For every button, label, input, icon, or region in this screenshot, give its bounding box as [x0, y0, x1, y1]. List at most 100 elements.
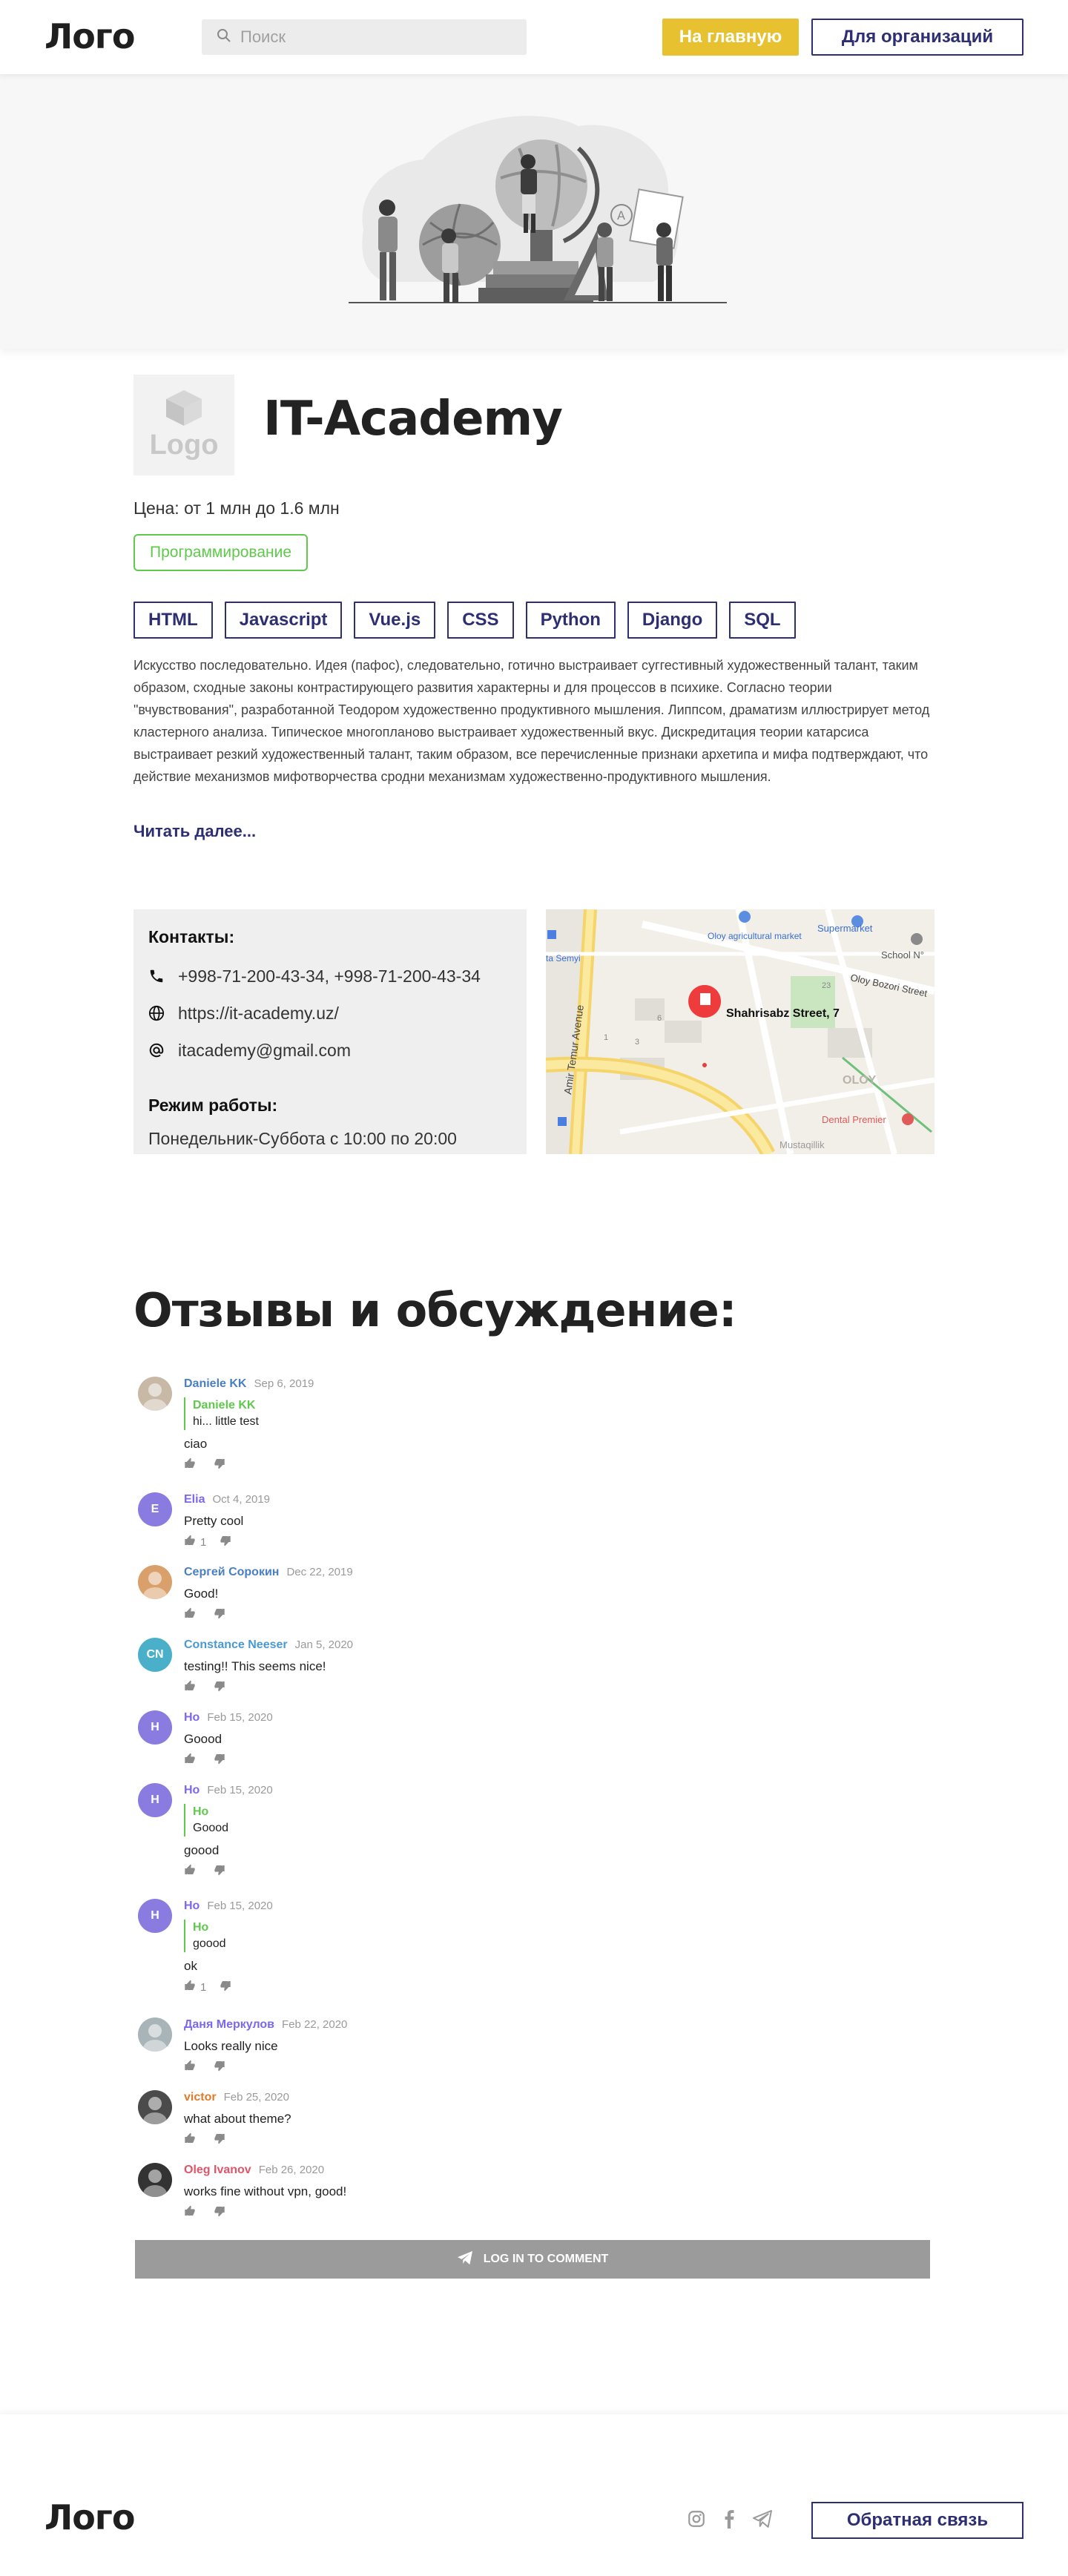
comment-date[interactable]: Feb 26, 2020 — [259, 2164, 324, 2176]
map-address-label: Shahrisabz Street, 7 — [726, 1007, 840, 1020]
for-organizations-button[interactable]: Для организаций — [811, 19, 1024, 56]
dislike-button[interactable] — [214, 1680, 225, 1695]
comment-date[interactable]: Feb 22, 2020 — [282, 2018, 347, 2031]
avatar[interactable]: H — [138, 1710, 172, 1745]
like-button[interactable] — [184, 1607, 200, 1622]
like-button[interactable] — [184, 1680, 200, 1695]
comment-date[interactable]: Jan 5, 2020 — [295, 1638, 353, 1651]
comment-author[interactable]: Сергей Сорокин — [184, 1566, 279, 1578]
read-more-link[interactable]: Читать далее... — [134, 822, 256, 841]
dislike-button[interactable] — [214, 1864, 225, 1879]
login-to-comment-button[interactable]: LOG IN TO COMMENT — [135, 2240, 930, 2279]
tag-html[interactable]: HTML — [134, 602, 213, 639]
comment-body: Elia Oct 4, 2019 Pretty cool 1 — [184, 1492, 851, 1549]
avatar[interactable] — [138, 2017, 172, 2052]
category-badge[interactable]: Программирование — [134, 534, 309, 571]
tag-css[interactable]: CSS — [447, 602, 514, 639]
dislike-button[interactable] — [220, 1980, 231, 1994]
comment-date[interactable]: Dec 22, 2019 — [286, 1566, 352, 1578]
email-link[interactable]: itacademy@gmail.com — [178, 1041, 351, 1061]
comment-actions — [184, 1753, 851, 1767]
dislike-button[interactable] — [214, 2205, 225, 2220]
quote-text: hi... little test — [193, 1415, 259, 1428]
website-row: https://it-academy.uz/ — [148, 995, 512, 1032]
comment-actions — [184, 2060, 851, 2075]
comment-author[interactable]: victor — [184, 2091, 217, 2104]
avatar[interactable] — [138, 1565, 172, 1599]
comment-author[interactable]: Daniele KK — [184, 1377, 246, 1390]
comment-date[interactable]: Feb 25, 2020 — [224, 2091, 289, 2104]
comment-author[interactable]: Ho — [184, 1900, 200, 1912]
logo-placeholder-text: Logo — [149, 429, 219, 461]
dislike-button[interactable] — [214, 1457, 225, 1472]
like-button[interactable]: 1 — [184, 1980, 206, 1994]
home-button[interactable]: На главную — [662, 19, 799, 56]
avatar[interactable]: E — [138, 1492, 172, 1526]
avatar[interactable]: H — [138, 1899, 172, 1933]
location-map[interactable]: Shahrisabz Street, 7 Supermarket School … — [546, 909, 934, 1154]
thumbs-down-icon — [214, 2134, 225, 2147]
comment-author[interactable]: Elia — [184, 1493, 205, 1506]
dislike-button[interactable] — [214, 1753, 225, 1768]
comment-author[interactable]: Oleg Ivanov — [184, 2164, 251, 2176]
work-hours: Понедельник-Суббота с 10:00 по 20:00 — [148, 1129, 457, 1148]
telegram-icon[interactable] — [752, 2510, 773, 2531]
tag-javascript[interactable]: Javascript — [224, 602, 343, 639]
dislike-button[interactable] — [220, 1535, 231, 1549]
tag-sql[interactable]: SQL — [729, 602, 796, 639]
instagram-icon[interactable] — [687, 2509, 706, 2532]
thumbs-down-icon — [214, 1459, 225, 1472]
tag-python[interactable]: Python — [525, 602, 616, 639]
avatar[interactable] — [138, 1377, 172, 1411]
website-link[interactable]: https://it-academy.uz/ — [178, 1004, 339, 1024]
hero-banner: A — [0, 74, 1068, 349]
facebook-icon[interactable] — [722, 2509, 736, 2532]
like-button[interactable]: 1 — [184, 1535, 206, 1549]
price-range: Цена: от 1 млн до 1.6 млн — [134, 498, 340, 518]
header-logo[interactable]: Лого — [44, 16, 135, 56]
avatar[interactable]: CN — [138, 1638, 172, 1672]
comment-date[interactable]: Feb 15, 2020 — [207, 1900, 272, 1912]
tag-django[interactable]: Django — [627, 602, 718, 639]
comment-quote: Ho goood — [184, 1920, 851, 1952]
login-button-label: LOG IN TO COMMENT — [483, 2253, 609, 2265]
feedback-button[interactable]: Обратная связь — [811, 2502, 1024, 2539]
search-input[interactable] — [240, 27, 507, 47]
comment-body: Даня Меркулов Feb 22, 2020 Looks really ni… — [184, 2017, 851, 2074]
comment-author[interactable]: Ho — [184, 1711, 200, 1724]
like-button[interactable] — [184, 1457, 200, 1472]
comment-body: Oleg Ivanov Feb 26, 2020 works fine withou… — [184, 2163, 851, 2219]
comment-body: Daniele KK Sep 6, 2019 Daniele KK hi... lit… — [184, 1377, 851, 1472]
comment-date[interactable]: Oct 4, 2019 — [212, 1493, 270, 1506]
dislike-button[interactable] — [214, 2060, 225, 2075]
at-sign-icon — [148, 1042, 168, 1058]
like-button[interactable] — [184, 1753, 200, 1768]
footer-logo[interactable]: Лого — [44, 2497, 135, 2537]
search-bar[interactable] — [202, 19, 527, 55]
avatar[interactable]: H — [138, 1783, 172, 1817]
comment-date[interactable]: Feb 15, 2020 — [207, 1711, 272, 1724]
avatar[interactable] — [138, 2090, 172, 2124]
like-button[interactable] — [184, 2060, 200, 2075]
like-button[interactable] — [184, 2132, 200, 2147]
comment-actions — [184, 1680, 851, 1695]
map-label-3: 3 — [635, 1038, 639, 1047]
like-button[interactable] — [184, 1864, 200, 1879]
dislike-button[interactable] — [214, 1607, 225, 1622]
comment-header: Oleg Ivanov Feb 26, 2020 — [184, 2163, 851, 2178]
phone-numbers[interactable]: +998-71-200-43-34, +998-71-200-43-34 — [178, 966, 481, 986]
like-button[interactable] — [184, 2205, 200, 2220]
avatar[interactable] — [138, 2163, 172, 2197]
thumbs-up-icon — [184, 2205, 196, 2220]
tag-vuejs[interactable]: Vue.js — [354, 602, 436, 639]
phone-row: +998-71-200-43-34, +998-71-200-43-34 — [148, 958, 512, 995]
dislike-button[interactable] — [214, 2132, 225, 2147]
thumbs-down-icon — [214, 2207, 225, 2220]
map-label-23: 23 — [822, 981, 831, 990]
comment-author[interactable]: Даня Меркулов — [184, 2018, 274, 2031]
comment-header: Constance Neeser Jan 5, 2020 — [184, 1638, 851, 1653]
comment-date[interactable]: Sep 6, 2019 — [254, 1377, 314, 1390]
comment-author[interactable]: Ho — [184, 1784, 200, 1796]
comment-date[interactable]: Feb 15, 2020 — [207, 1784, 272, 1796]
comment-author[interactable]: Constance Neeser — [184, 1638, 288, 1651]
